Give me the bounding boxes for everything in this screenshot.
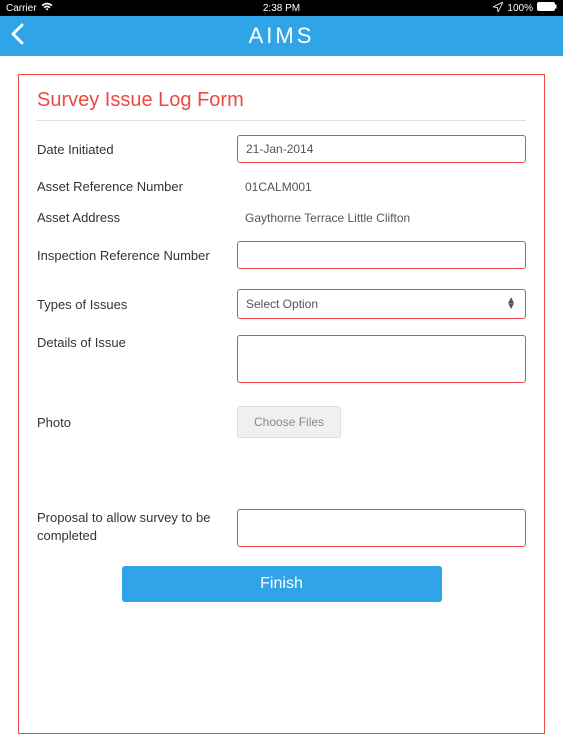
row-inspection-ref: Inspection Reference Number	[37, 241, 526, 269]
select-types-of-issues[interactable]: Select Option	[237, 289, 526, 319]
input-details[interactable]	[237, 335, 526, 383]
battery-icon	[537, 2, 557, 14]
label-date-initiated: Date Initiated	[37, 142, 237, 157]
row-asset-ref: Asset Reference Number 01CALM001	[37, 179, 526, 194]
status-time: 2:38 PM	[263, 3, 300, 14]
label-proposal: Proposal to allow survey to be completed	[37, 509, 237, 545]
nav-title: AIMS	[249, 23, 315, 49]
label-types-of-issues: Types of Issues	[37, 297, 237, 312]
row-date-initiated: Date Initiated	[37, 135, 526, 163]
value-asset-ref: 01CALM001	[237, 180, 312, 194]
row-asset-address: Asset Address Gaythorne Terrace Little C…	[37, 210, 526, 225]
form-title: Survey Issue Log Form	[37, 89, 526, 121]
status-bar: Carrier 2:38 PM 100%	[0, 0, 563, 16]
back-button[interactable]	[10, 23, 24, 50]
label-asset-ref: Asset Reference Number	[37, 179, 237, 194]
location-icon	[493, 2, 503, 15]
label-details: Details of Issue	[37, 335, 237, 350]
wifi-icon	[41, 2, 53, 14]
row-details: Details of Issue	[37, 335, 526, 386]
row-types-of-issues: Types of Issues Select Option ▲▼	[37, 289, 526, 319]
value-asset-address: Gaythorne Terrace Little Clifton	[237, 211, 410, 225]
nav-bar: AIMS	[0, 16, 563, 56]
label-inspection-ref: Inspection Reference Number	[37, 248, 237, 263]
carrier-label: Carrier	[6, 3, 37, 14]
input-proposal[interactable]	[237, 509, 526, 547]
finish-button[interactable]: Finish	[122, 566, 442, 602]
input-inspection-ref[interactable]	[237, 241, 526, 269]
row-proposal: Proposal to allow survey to be completed	[37, 509, 526, 550]
row-photo: Photo Choose Files	[37, 406, 526, 438]
battery-percent: 100%	[507, 3, 533, 14]
label-photo: Photo	[37, 415, 237, 430]
input-date-initiated[interactable]	[237, 135, 526, 163]
spacer	[37, 454, 526, 509]
form-container: Survey Issue Log Form Date Initiated Ass…	[18, 74, 545, 734]
choose-files-button[interactable]: Choose Files	[237, 406, 341, 438]
label-asset-address: Asset Address	[37, 210, 237, 225]
